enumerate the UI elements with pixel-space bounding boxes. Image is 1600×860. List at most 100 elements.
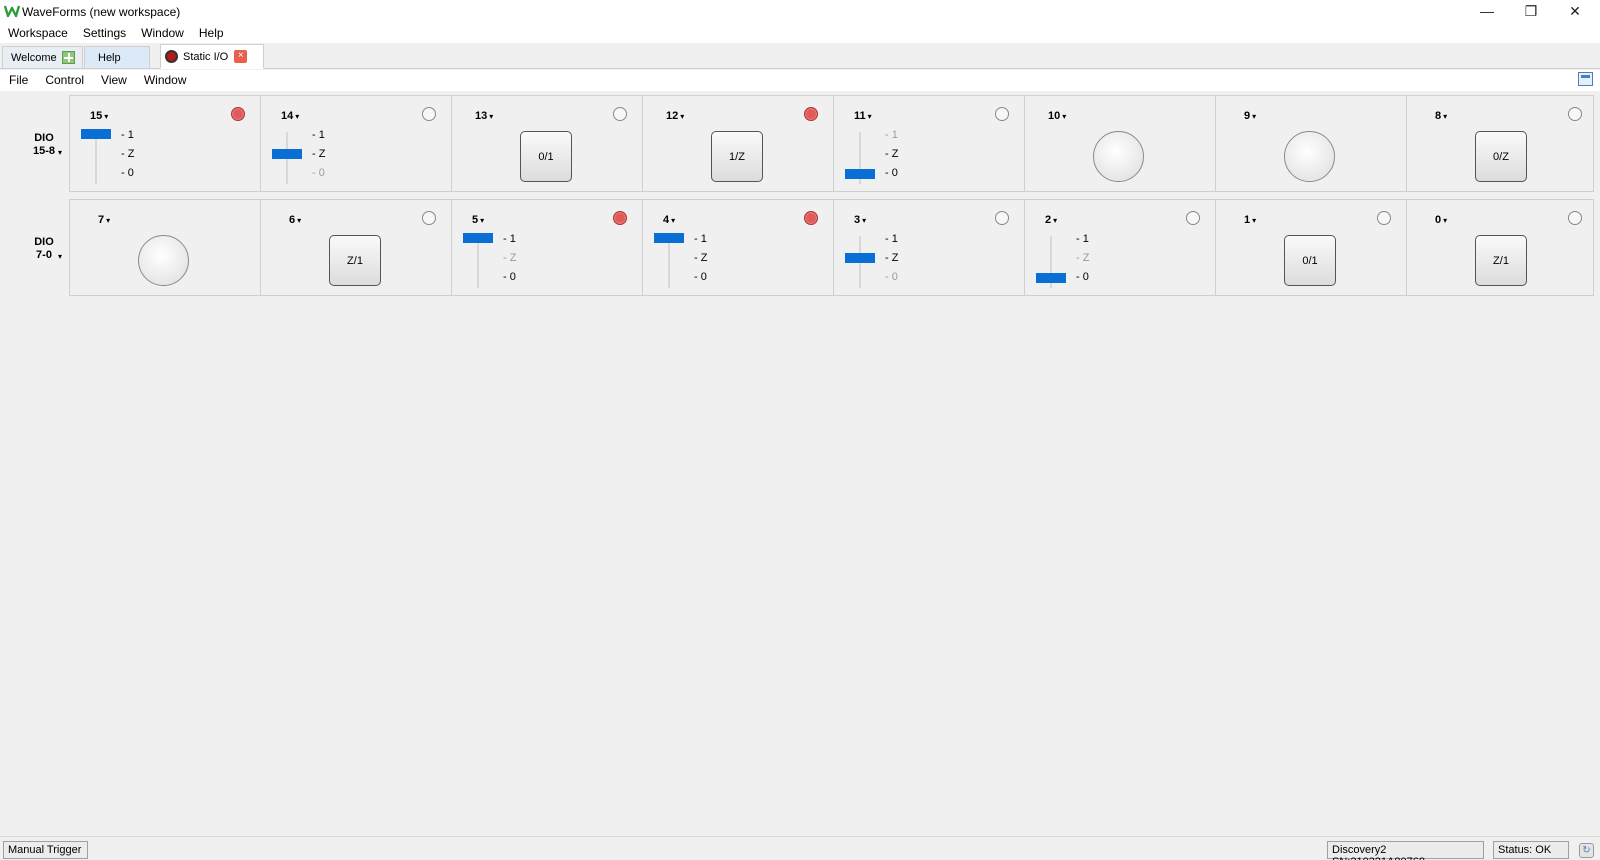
pin-number-dropdown[interactable]: 1 ▾ bbox=[1244, 214, 1256, 226]
toggle-button[interactable]: Z/1 bbox=[1475, 235, 1527, 286]
slider-track[interactable] bbox=[477, 236, 479, 288]
group-label-dio-7-0[interactable]: DIO 7-0 ▾ bbox=[22, 236, 66, 262]
three-state-slider[interactable]: - 1 - Z - 0 bbox=[1035, 233, 1115, 289]
chevron-down-icon[interactable]: ▾ bbox=[1443, 112, 1447, 121]
device-label[interactable]: Discovery2 SN:210321A80768 bbox=[1327, 841, 1484, 860]
slider-level-label: - 1 bbox=[885, 233, 898, 245]
slider-thumb[interactable] bbox=[272, 149, 302, 159]
menu-control[interactable]: Control bbox=[36, 70, 92, 91]
menu-instrument-window[interactable]: Window bbox=[135, 70, 195, 91]
slider-thumb[interactable] bbox=[845, 253, 875, 263]
pin-number: 5 bbox=[472, 214, 479, 226]
slider-track[interactable] bbox=[95, 132, 97, 184]
chevron-down-icon[interactable]: ▾ bbox=[58, 250, 62, 263]
chevron-down-icon[interactable]: ▾ bbox=[480, 216, 484, 225]
three-state-slider[interactable]: - 1 - Z - 0 bbox=[271, 129, 351, 185]
manual-trigger-button[interactable]: Manual Trigger bbox=[3, 841, 88, 859]
dio-cell-9: 9 ▾ bbox=[1216, 96, 1407, 191]
slider-level-label: - 0 bbox=[312, 167, 325, 179]
slider-level-label: - Z bbox=[312, 148, 326, 160]
dio-row-7-0: 7 ▾ 6 ▾ Z/1 5 ▾ - 1- Z- 0 4 ▾ - 1- Z- 0 3 ▾ - 1- Z- 0… bbox=[69, 199, 1594, 296]
three-state-slider[interactable]: - 1 - Z - 0 bbox=[80, 129, 160, 185]
slider-level-label: - 0 bbox=[503, 271, 516, 283]
plus-icon[interactable] bbox=[61, 51, 75, 64]
chevron-down-icon[interactable]: ▾ bbox=[1252, 112, 1256, 121]
group-label-dio-15-8[interactable]: DIO 15-8 ▾ bbox=[22, 132, 66, 158]
toggle-button[interactable]: 0/1 bbox=[520, 131, 572, 182]
led-indicator bbox=[1284, 131, 1335, 182]
tab-welcome[interactable]: Welcome bbox=[2, 46, 83, 68]
status-led-icon bbox=[995, 211, 1009, 225]
toggle-button[interactable]: Z/1 bbox=[329, 235, 381, 286]
tab-static-io[interactable]: Static I/O × bbox=[160, 44, 264, 69]
menu-help[interactable]: Help bbox=[191, 24, 231, 43]
menu-settings[interactable]: Settings bbox=[75, 24, 133, 43]
pin-number: 8 bbox=[1435, 110, 1442, 122]
chevron-down-icon[interactable]: ▾ bbox=[680, 112, 684, 121]
slider-level-label: - Z bbox=[885, 252, 899, 264]
restore-button[interactable]: ❐ bbox=[1509, 0, 1553, 22]
slider-track[interactable] bbox=[668, 236, 670, 288]
close-tab-icon[interactable]: × bbox=[234, 50, 248, 63]
status-led-icon bbox=[422, 211, 436, 225]
slider-level-label: - Z bbox=[121, 148, 135, 160]
pin-number-dropdown[interactable]: 4 ▾ bbox=[663, 214, 675, 226]
pin-number-dropdown[interactable]: 9 ▾ bbox=[1244, 110, 1256, 122]
three-state-slider[interactable]: - 1 - Z - 0 bbox=[844, 129, 924, 185]
chevron-down-icon[interactable]: ▾ bbox=[1053, 216, 1057, 225]
toggle-button[interactable]: 0/1 bbox=[1284, 235, 1336, 286]
slider-thumb[interactable] bbox=[1036, 273, 1066, 283]
pin-number-dropdown[interactable]: 15 ▾ bbox=[90, 110, 108, 122]
slider-thumb[interactable] bbox=[463, 233, 493, 243]
menu-view[interactable]: View bbox=[92, 70, 135, 91]
dio-cell-2: 2 ▾ - 1 - Z - 0 bbox=[1025, 200, 1216, 295]
chevron-down-icon[interactable]: ▾ bbox=[1252, 216, 1256, 225]
pin-number-dropdown[interactable]: 14 ▾ bbox=[281, 110, 299, 122]
chevron-down-icon[interactable]: ▾ bbox=[671, 216, 675, 225]
three-state-slider[interactable]: - 1 - Z - 0 bbox=[462, 233, 542, 289]
chevron-down-icon[interactable]: ▾ bbox=[1443, 216, 1447, 225]
slider-thumb[interactable] bbox=[654, 233, 684, 243]
pin-number-dropdown[interactable]: 7 ▾ bbox=[98, 214, 110, 226]
pin-number-dropdown[interactable]: 5 ▾ bbox=[472, 214, 484, 226]
slider-thumb[interactable] bbox=[81, 129, 111, 139]
menu-window[interactable]: Window bbox=[133, 24, 191, 43]
refresh-icon[interactable]: ↻ bbox=[1579, 843, 1594, 858]
dock-icon[interactable] bbox=[1578, 72, 1593, 86]
dio-cell-14: 14 ▾ - 1 - Z - 0 bbox=[261, 96, 452, 191]
chevron-down-icon[interactable]: ▾ bbox=[1062, 112, 1066, 121]
tab-help[interactable]: Help bbox=[84, 46, 150, 68]
chevron-down-icon[interactable]: ▾ bbox=[106, 216, 110, 225]
pin-number-dropdown[interactable]: 13 ▾ bbox=[475, 110, 493, 122]
menu-file[interactable]: File bbox=[0, 70, 36, 91]
slider-level-label: - 1 bbox=[312, 129, 325, 141]
chevron-down-icon[interactable]: ▾ bbox=[295, 112, 299, 121]
toggle-button[interactable]: 1/Z bbox=[711, 131, 763, 182]
minimize-button[interactable]: — bbox=[1465, 0, 1509, 22]
menu-workspace[interactable]: Workspace bbox=[0, 24, 75, 43]
pin-number: 2 bbox=[1045, 214, 1052, 226]
chevron-down-icon[interactable]: ▾ bbox=[297, 216, 301, 225]
window-title: WaveForms (new workspace) bbox=[22, 5, 181, 19]
main-menu-bar: Workspace Settings Window Help bbox=[0, 24, 1600, 43]
dio-cell-8: 8 ▾ 0/Z bbox=[1407, 96, 1598, 191]
pin-number-dropdown[interactable]: 11 ▾ bbox=[854, 110, 872, 122]
three-state-slider[interactable]: - 1 - Z - 0 bbox=[653, 233, 733, 289]
chevron-down-icon[interactable]: ▾ bbox=[868, 112, 872, 121]
pin-number-dropdown[interactable]: 3 ▾ bbox=[854, 214, 866, 226]
toggle-button[interactable]: 0/Z bbox=[1475, 131, 1527, 182]
chevron-down-icon[interactable]: ▾ bbox=[58, 146, 62, 159]
chevron-down-icon[interactable]: ▾ bbox=[104, 112, 108, 121]
slider-thumb[interactable] bbox=[845, 169, 875, 179]
pin-number-dropdown[interactable]: 8 ▾ bbox=[1435, 110, 1447, 122]
pin-number-dropdown[interactable]: 10 ▾ bbox=[1048, 110, 1066, 122]
pin-number-dropdown[interactable]: 12 ▾ bbox=[666, 110, 684, 122]
chevron-down-icon[interactable]: ▾ bbox=[489, 112, 493, 121]
close-window-button[interactable]: ✕ bbox=[1553, 0, 1597, 22]
pin-number-dropdown[interactable]: 2 ▾ bbox=[1045, 214, 1057, 226]
pin-number-dropdown[interactable]: 0 ▾ bbox=[1435, 214, 1447, 226]
pin-number-dropdown[interactable]: 6 ▾ bbox=[289, 214, 301, 226]
chevron-down-icon[interactable]: ▾ bbox=[862, 216, 866, 225]
status-led-icon bbox=[995, 107, 1009, 121]
three-state-slider[interactable]: - 1 - Z - 0 bbox=[844, 233, 924, 289]
